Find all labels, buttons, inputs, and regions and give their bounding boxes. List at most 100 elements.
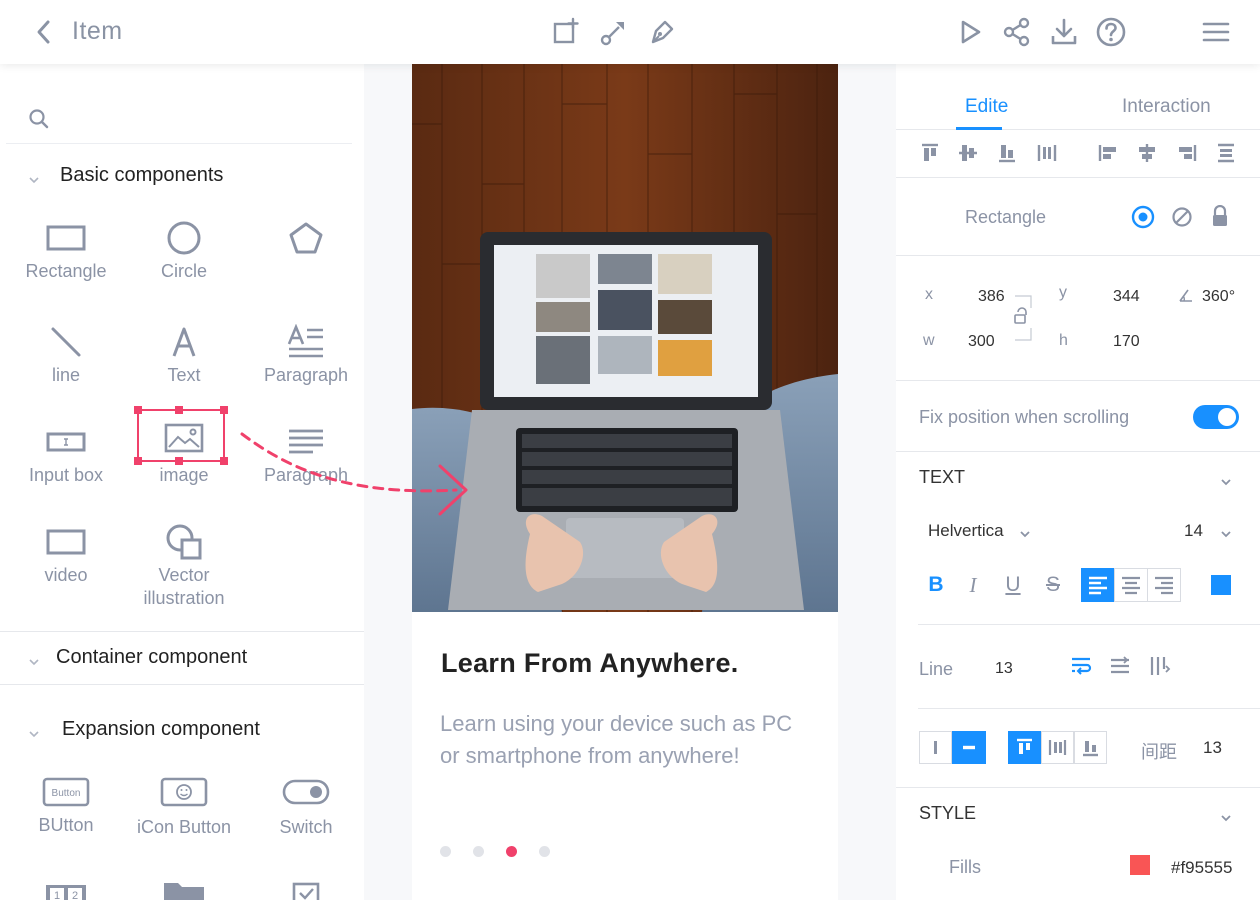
rotation-input[interactable]: 360° bbox=[1202, 288, 1235, 306]
spacing-label: 间距 bbox=[1141, 742, 1177, 762]
component-line[interactable]: line bbox=[7, 320, 125, 387]
constrain-proportions-lock-icon[interactable] bbox=[1013, 294, 1035, 342]
divider bbox=[918, 708, 1260, 709]
component-circle[interactable]: Circle bbox=[125, 216, 243, 283]
component-icon-button[interactable]: iCon Button bbox=[125, 770, 243, 839]
valign-bottom-button[interactable] bbox=[1074, 731, 1107, 764]
tab-interaction[interactable]: Interaction bbox=[1122, 96, 1211, 118]
line-height-input[interactable]: 13 bbox=[995, 660, 1013, 678]
add-page-icon[interactable] bbox=[550, 16, 582, 48]
valign-middle-button[interactable] bbox=[1041, 731, 1074, 764]
rotation-angle-icon bbox=[1178, 287, 1194, 303]
line-wrap-icon[interactable] bbox=[1069, 654, 1092, 676]
font-size-select[interactable]: 14 bbox=[1184, 521, 1203, 541]
section-basic-components[interactable]: Basic components bbox=[0, 150, 364, 202]
chevron-down-icon[interactable] bbox=[1220, 526, 1232, 538]
text-align-right-button[interactable] bbox=[1147, 568, 1181, 602]
component-pagination[interactable]: 12 bbox=[7, 870, 125, 900]
auto-width-button[interactable] bbox=[919, 731, 952, 764]
tab-edite[interactable]: Edite bbox=[965, 96, 1008, 118]
distribute-vertical-icon[interactable] bbox=[1215, 142, 1237, 164]
back-icon[interactable] bbox=[32, 18, 56, 46]
valign-top-button[interactable] bbox=[1008, 731, 1041, 764]
resize-handle[interactable] bbox=[175, 457, 183, 465]
italic-button[interactable]: I bbox=[960, 568, 986, 602]
section-container-component[interactable]: Container component bbox=[0, 632, 364, 684]
fix-position-toggle[interactable] bbox=[1193, 405, 1239, 429]
component-paragraph-2[interactable]: Paragraph bbox=[247, 420, 364, 487]
letter-spacing-icon[interactable] bbox=[1148, 654, 1171, 676]
w-input[interactable]: 300 bbox=[968, 333, 995, 351]
align-center-icon[interactable] bbox=[1136, 142, 1158, 164]
toggle-knob bbox=[1218, 408, 1236, 426]
distribute-horizontal-icon[interactable] bbox=[1036, 142, 1058, 164]
component-switch[interactable]: Switch bbox=[247, 770, 364, 839]
line-spacing-icon[interactable] bbox=[1108, 654, 1130, 676]
component-input-box[interactable]: Input box bbox=[7, 420, 125, 487]
download-icon[interactable] bbox=[1048, 16, 1080, 48]
bold-button[interactable]: B bbox=[923, 568, 949, 602]
resize-handle[interactable] bbox=[134, 406, 142, 414]
align-left-icon[interactable] bbox=[1097, 142, 1119, 164]
component-polygon[interactable] bbox=[247, 216, 364, 260]
h-input[interactable]: 170 bbox=[1113, 333, 1140, 351]
rectangle-icon bbox=[36, 216, 96, 260]
share-icon[interactable] bbox=[1001, 16, 1033, 48]
menu-icon[interactable] bbox=[1200, 16, 1232, 48]
component-vector-illustration[interactable]: Vector illustration bbox=[125, 520, 243, 610]
underline-button[interactable]: U bbox=[1000, 568, 1026, 602]
section-expansion-component[interactable]: Expansion component bbox=[0, 704, 364, 756]
resize-handle[interactable] bbox=[220, 406, 228, 414]
resize-handle[interactable] bbox=[175, 406, 183, 414]
layer-name: Rectangle bbox=[965, 207, 1047, 227]
component-text[interactable]: Text bbox=[125, 320, 243, 387]
align-middle-icon[interactable] bbox=[957, 142, 979, 164]
spacing-input[interactable]: 13 bbox=[1203, 738, 1222, 758]
component-button[interactable]: Button BUtton bbox=[7, 770, 125, 837]
component-folder[interactable] bbox=[125, 870, 243, 900]
component-video[interactable]: video bbox=[7, 520, 125, 587]
strikethrough-button[interactable]: S bbox=[1040, 568, 1066, 602]
resize-handle[interactable] bbox=[134, 457, 142, 465]
chevron-down-icon bbox=[28, 654, 40, 666]
disable-icon[interactable] bbox=[1171, 206, 1193, 228]
play-icon[interactable] bbox=[954, 16, 986, 48]
text-color-swatch[interactable] bbox=[1211, 575, 1231, 595]
h-label: h bbox=[1059, 332, 1068, 349]
carousel-dot[interactable] bbox=[440, 846, 451, 857]
hero-image[interactable] bbox=[412, 64, 838, 612]
font-family-select[interactable]: Helvertica bbox=[928, 521, 1004, 541]
x-input[interactable]: 386 bbox=[978, 288, 1005, 306]
text-align-left-button[interactable] bbox=[1081, 568, 1115, 602]
align-bottom-icon[interactable] bbox=[996, 142, 1018, 164]
chevron-down-icon bbox=[28, 726, 40, 738]
text-align-center-button[interactable] bbox=[1114, 568, 1148, 602]
resize-handle[interactable] bbox=[220, 457, 228, 465]
fixed-width-button[interactable] bbox=[952, 731, 986, 764]
visibility-eye-icon[interactable] bbox=[1131, 205, 1155, 229]
component-label: Input box bbox=[28, 465, 104, 485]
component-checkbox[interactable] bbox=[247, 870, 364, 900]
text-lines-icon bbox=[276, 420, 336, 464]
component-rectangle[interactable]: Rectangle bbox=[7, 216, 125, 283]
section-label: Basic components bbox=[60, 164, 224, 186]
align-top-icon[interactable] bbox=[919, 142, 941, 164]
chevron-down-icon[interactable] bbox=[1220, 474, 1232, 486]
component-search[interactable] bbox=[6, 104, 352, 144]
carousel-dot-active[interactable] bbox=[506, 846, 517, 857]
align-right-icon[interactable] bbox=[1176, 142, 1198, 164]
help-icon[interactable] bbox=[1095, 16, 1127, 48]
chevron-down-icon[interactable] bbox=[1220, 810, 1232, 822]
path-node-icon[interactable] bbox=[598, 16, 630, 48]
pen-tool-icon[interactable] bbox=[646, 16, 678, 48]
carousel-dot[interactable] bbox=[539, 846, 550, 857]
divider bbox=[896, 255, 1260, 256]
chevron-down-icon[interactable] bbox=[1019, 526, 1031, 538]
lock-icon[interactable] bbox=[1210, 204, 1232, 227]
y-input[interactable]: 344 bbox=[1113, 288, 1140, 306]
fill-color-swatch[interactable] bbox=[1130, 855, 1150, 875]
fill-hex-value[interactable]: #f95555 bbox=[1171, 858, 1232, 878]
artboard-phone[interactable]: Learn From Anywhere. Learn using your de… bbox=[412, 64, 838, 900]
component-paragraph[interactable]: Paragraph bbox=[247, 320, 364, 387]
carousel-dot[interactable] bbox=[473, 846, 484, 857]
